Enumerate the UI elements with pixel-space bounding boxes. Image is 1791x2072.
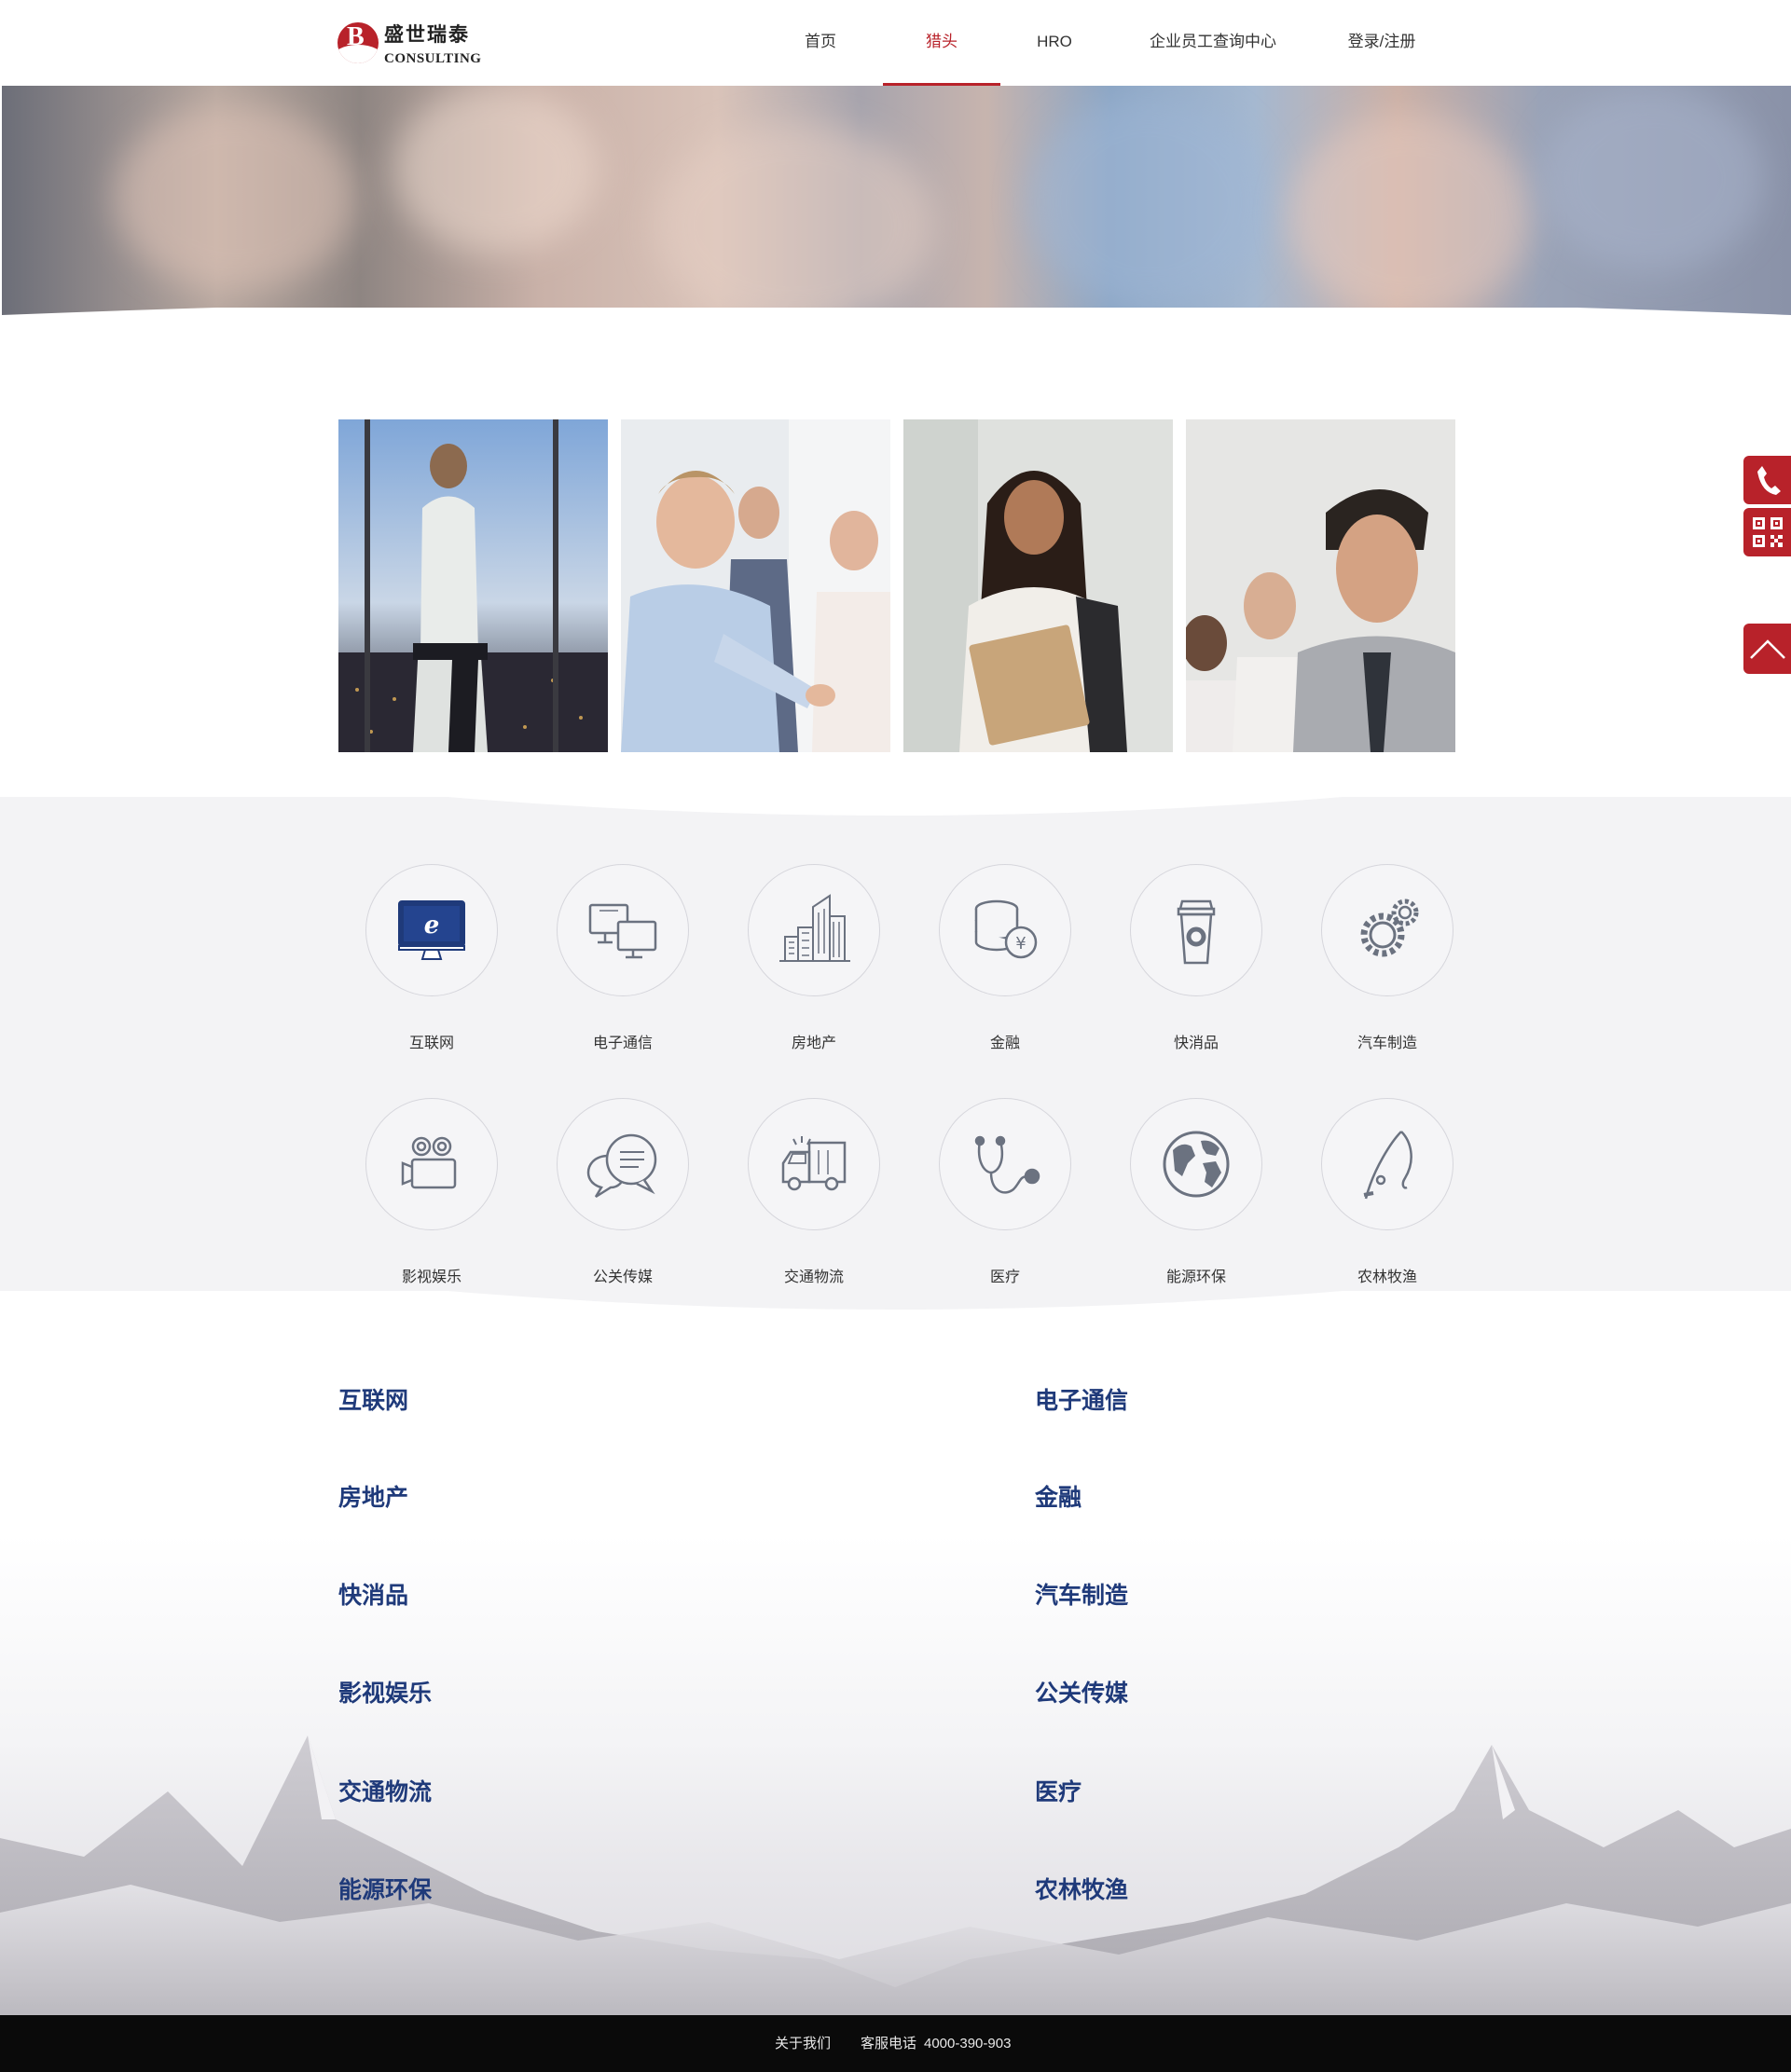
svg-text:¥: ¥ [1015, 934, 1026, 954]
industry-label: 互联网 [408, 1036, 454, 1051]
globe-icon [1130, 1098, 1262, 1230]
industry-label: 能源环保 [1165, 1269, 1226, 1285]
industry-label: 电子通信 [592, 1036, 653, 1051]
side-back-to-top-button[interactable] [1743, 624, 1791, 674]
industry-item-pr-media[interactable]: 公关传媒 [527, 1098, 719, 1286]
nav-item-employee-query[interactable]: 企业员工查询中心 [1139, 0, 1287, 86]
chat-bubbles-icon [557, 1098, 689, 1230]
industry-label: 汽车制造 [1357, 1036, 1417, 1051]
svg-text:e: e [424, 912, 440, 940]
site-footer: 关于我们 客服电话 4000-390-903 [0, 2015, 1791, 2072]
stethoscope-icon [939, 1098, 1071, 1230]
industry-heading-fmcg[interactable]: 快消品 [338, 1577, 408, 1611]
section-curve-top [0, 797, 1791, 816]
industry-item-auto[interactable]: 汽车制造 [1291, 864, 1483, 1052]
industry-label: 交通物流 [783, 1269, 844, 1285]
industry-label: 房地产 [791, 1036, 836, 1051]
photo-woman-window-city [338, 419, 608, 752]
industry-heading-auto[interactable]: 汽车制造 [1035, 1577, 1128, 1611]
side-phone-button[interactable] [1743, 456, 1791, 504]
footer-about-link[interactable]: 关于我们 [775, 2015, 831, 2072]
back-to-top-icon [1749, 639, 1785, 659]
truck-icon [748, 1098, 880, 1230]
industry-item-logistics[interactable]: 交通物流 [718, 1098, 910, 1286]
site-header: B 盛世瑞泰 CONSULTING 首页 猎头 HRO 企业员工查询中心 登录/… [0, 0, 1791, 86]
photo-team-pointing [621, 419, 890, 752]
footer-phone-label: 客服电话 [861, 2036, 917, 2051]
buildings-icon [748, 864, 880, 996]
film-camera-icon [365, 1098, 498, 1230]
coffee-cup-icon [1130, 864, 1262, 996]
industry-item-entertainment[interactable]: 影视娱乐 [336, 1098, 528, 1286]
banner-curve-decoration [2, 308, 1791, 364]
nav-item-headhunting[interactable]: 猎头 [883, 0, 1000, 86]
industry-label: 医疗 [989, 1269, 1020, 1285]
qrcode-icon [1752, 517, 1783, 547]
industry-heading-energy[interactable]: 能源环保 [338, 1872, 432, 1905]
footer-phone-number: 4000-390-903 [924, 2036, 1012, 2051]
industry-label: 影视娱乐 [401, 1269, 462, 1285]
industry-heading-real-estate[interactable]: 房地产 [338, 1479, 408, 1513]
main-nav: 首页 猎头 HRO 企业员工查询中心 登录/注册 [0, 0, 1791, 86]
industry-label: 快消品 [1173, 1036, 1219, 1051]
industry-item-energy[interactable]: 能源环保 [1100, 1098, 1292, 1286]
industry-heading-internet[interactable]: 互联网 [338, 1382, 408, 1416]
photo-student-with-folder [903, 419, 1173, 752]
computers-icon [557, 864, 689, 996]
industry-label: 农林牧渔 [1357, 1269, 1417, 1285]
industry-item-finance[interactable]: ¥ 金融 [909, 864, 1101, 1052]
industry-heading-finance[interactable]: 金融 [1035, 1479, 1081, 1513]
gears-icon [1321, 864, 1453, 996]
industry-label: 金融 [989, 1036, 1020, 1051]
industry-heading-pr-media[interactable]: 公关传媒 [1035, 1675, 1128, 1708]
internet-monitor-icon: e [365, 864, 498, 996]
side-qrcode-button[interactable] [1743, 508, 1791, 556]
industry-heading-medical[interactable]: 医疗 [1035, 1774, 1081, 1807]
industry-heading-logistics[interactable]: 交通物流 [338, 1774, 432, 1807]
nav-item-home[interactable]: 首页 [785, 0, 856, 86]
industry-item-fmcg[interactable]: 快消品 [1100, 864, 1292, 1052]
industry-heading-entertainment[interactable]: 影视娱乐 [338, 1675, 432, 1708]
photo-business-team-smiling [1186, 419, 1455, 752]
industry-details-section: 互联网 电子通信 房地产 金融 快消品 汽车制造 影视娱乐 公关传媒 交通物流 … [0, 1328, 1791, 2015]
fishing-rod-icon [1321, 1098, 1453, 1230]
section-curve-bottom [0, 1291, 1791, 1328]
phone-icon [1757, 466, 1781, 495]
coins-yen-icon: ¥ [939, 864, 1071, 996]
industry-item-medical[interactable]: 医疗 [909, 1098, 1101, 1286]
mountain-background [0, 1736, 1791, 2015]
industry-heading-agriculture[interactable]: 农林牧渔 [1035, 1872, 1128, 1905]
nav-item-hro[interactable]: HRO [1022, 0, 1087, 86]
industry-label: 公关传媒 [592, 1269, 653, 1285]
nav-item-login-register[interactable]: 登录/注册 [1337, 0, 1426, 86]
industry-item-agriculture[interactable]: 农林牧渔 [1291, 1098, 1483, 1286]
industry-item-internet[interactable]: e 互联网 [336, 864, 528, 1052]
industry-item-real-estate[interactable]: 房地产 [718, 864, 910, 1052]
industry-heading-electronics[interactable]: 电子通信 [1035, 1382, 1128, 1416]
industry-item-electronics[interactable]: 电子通信 [527, 864, 719, 1052]
